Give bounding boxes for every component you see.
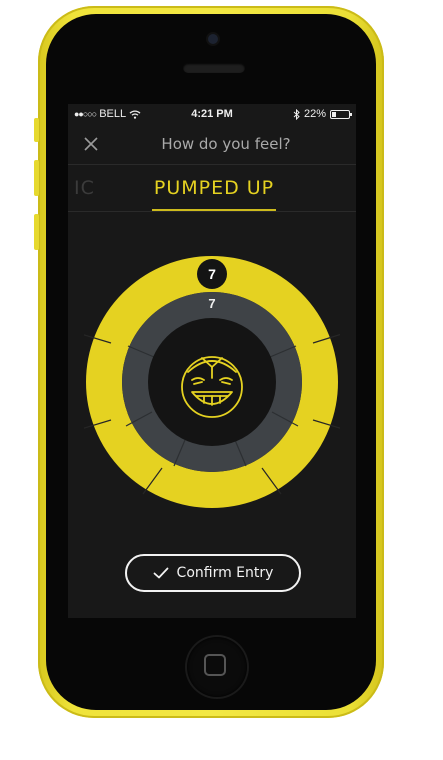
checkmark-icon bbox=[153, 567, 168, 579]
volume-up-button bbox=[34, 160, 39, 196]
mute-switch bbox=[34, 118, 39, 142]
tab-previous-mood[interactable]: IC bbox=[74, 177, 95, 199]
bluetooth-icon bbox=[293, 108, 300, 120]
battery-percent: 22% bbox=[303, 108, 326, 120]
app-screen: ●●○○○ BELL 4:21 PM 22% How do you feel? … bbox=[68, 104, 356, 618]
active-tab-indicator bbox=[152, 209, 276, 211]
confirm-entry-button[interactable]: Confirm Entry bbox=[125, 554, 301, 592]
volume-down-button bbox=[34, 214, 39, 250]
home-square-icon bbox=[204, 654, 226, 676]
header: How do you feel? bbox=[68, 124, 356, 165]
outer-value-label: 7 bbox=[208, 266, 216, 282]
battery-icon bbox=[330, 109, 352, 119]
front-camera bbox=[208, 34, 218, 44]
status-bar: ●●○○○ BELL 4:21 PM 22% bbox=[68, 104, 356, 124]
mood-tabs: IC PUMPED UP bbox=[68, 165, 356, 212]
inner-value-label: 7 bbox=[208, 296, 215, 311]
page-title: How do you feel? bbox=[161, 135, 291, 153]
mood-wheel[interactable]: 7 7 bbox=[84, 254, 340, 510]
center-disc bbox=[148, 318, 276, 446]
confirm-entry-label: Confirm Entry bbox=[176, 565, 274, 581]
battery-fill bbox=[332, 111, 336, 117]
earpiece-speaker bbox=[183, 63, 245, 73]
tab-pumped-up[interactable]: PUMPED UP bbox=[152, 177, 276, 199]
